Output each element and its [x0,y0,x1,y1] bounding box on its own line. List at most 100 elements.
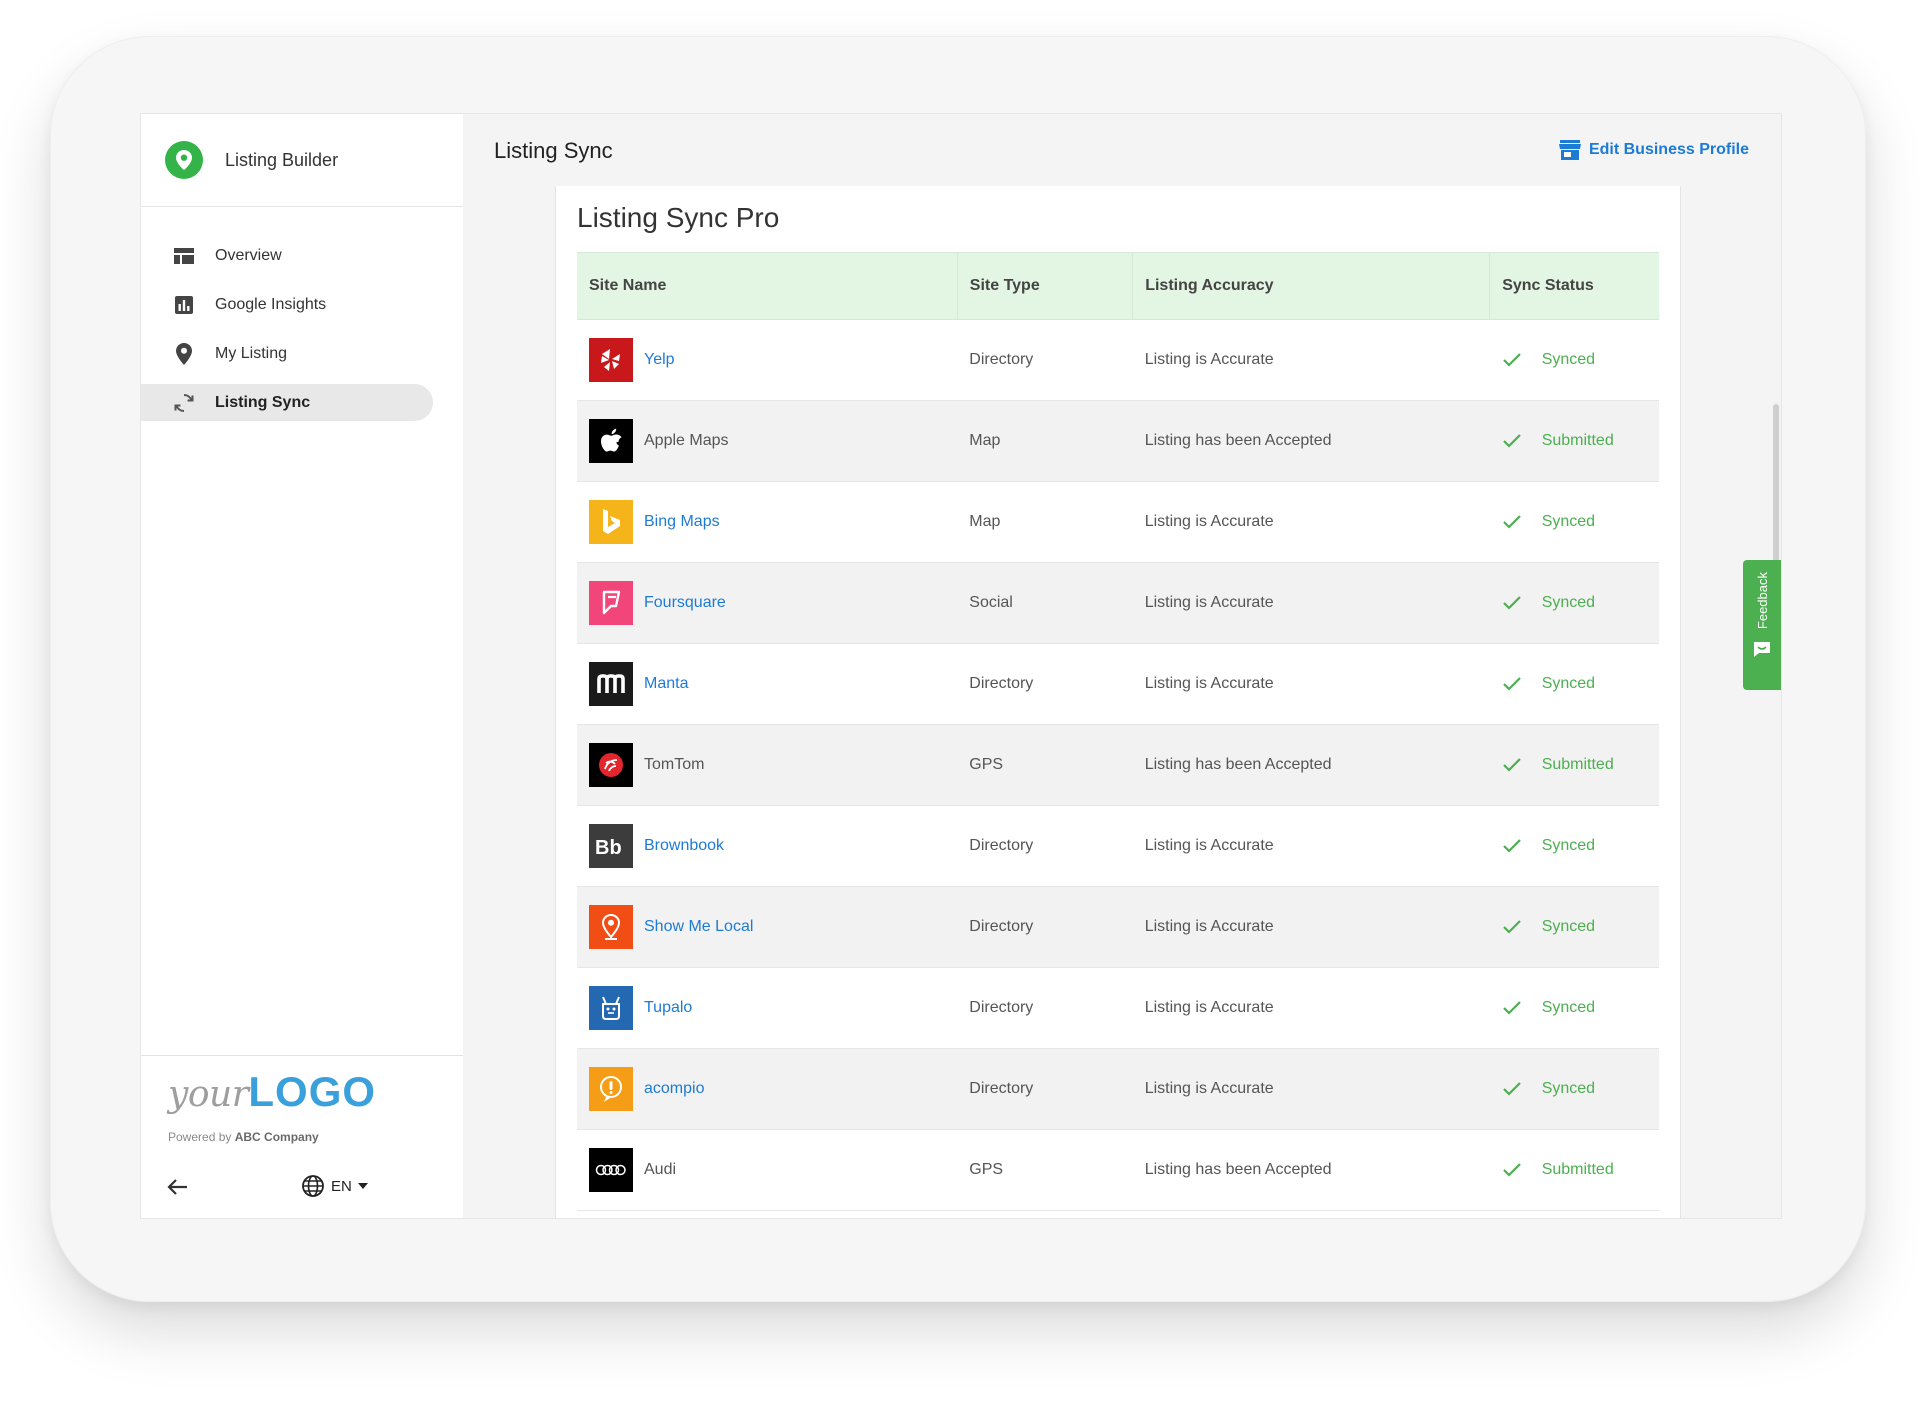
site-type-cell: Social [969,594,1013,611]
bing-maps-logo-icon [589,500,633,544]
listing-accuracy-cell: Listing is Accurate [1144,513,1274,530]
sidebar-item-overview[interactable]: Overview [141,237,433,274]
status-cell: Synced [1502,837,1647,855]
powered-by-label: Powered by [168,1130,232,1144]
listing-accuracy-cell: Listing is Accurate [1144,351,1274,368]
logo-main: LOGO [248,1068,377,1115]
site-name-link[interactable]: Manta [644,675,688,693]
site-cell: Tupalo [589,986,945,1030]
site-name-cell: Foursquare [577,563,957,644]
logo-prefix: your [168,1074,249,1115]
table-body: Yelp Directory Listing is Accurate Synce… [577,320,1659,1211]
sidebar-item-google-insights[interactable]: Google Insights [141,286,433,323]
site-cell: TomTom [589,743,945,787]
site-name-link[interactable]: Show Me Local [644,918,753,936]
site-name-link[interactable]: Brownbook [644,837,724,855]
site-name-cell: TomTom [577,725,957,806]
listing-accuracy-cell: Listing is Accurate [1144,999,1274,1016]
sync-status-cell: Synced [1490,482,1659,563]
site-name-cell: Bing Maps [577,482,957,563]
site-name-link[interactable]: Tupalo [644,999,692,1017]
svg-text:Bb: Bb [595,837,622,857]
table-row: Manta Directory Listing is Accurate Sync… [577,644,1659,725]
listing-accuracy-cell: Listing is Accurate [1144,675,1274,692]
sidebar-item-my-listing[interactable]: My Listing [141,335,433,372]
sidebar-item-label: Google Insights [215,295,327,313]
globe-icon [302,1175,324,1197]
site-cell: Bing Maps [589,500,945,544]
sync-status-text: Submitted [1541,432,1614,449]
listing-accuracy-cell: Listing has been Accepted [1144,1161,1332,1178]
checkmark-icon [1502,1082,1521,1096]
site-name-cell: Apple Maps [577,401,957,482]
status-cell: Submitted [1502,1161,1647,1179]
app-screen: Listing Builder Overview Google Insights… [141,114,1781,1218]
sync-status-cell: Synced [1490,968,1659,1049]
site-type-cell: GPS [969,1161,1004,1178]
site-name-cell: Tupalo [577,968,957,1049]
table-row: Tupalo Directory Listing is Accurate Syn… [577,968,1659,1049]
dashboard-icon [171,243,197,269]
table-row: Yelp Directory Listing is Accurate Synce… [577,320,1659,401]
sync-status-text: Synced [1541,918,1596,935]
site-name-link[interactable]: Foursquare [644,594,726,612]
tomtom-logo-icon [589,743,633,787]
table-row: Audi GPS Listing has been Accepted Submi… [577,1130,1659,1211]
site-cell: Bb Brownbook [589,824,945,868]
column-header-sync-status: Sync Status [1489,252,1659,320]
edit-business-profile-link[interactable]: Edit Business Profile [1558,140,1749,160]
site-type-cell: Map [969,432,1001,449]
sync-icon [171,390,197,416]
site-cell: Manta [589,662,945,706]
sidebar-item-label: Overview [215,246,282,264]
status-cell: Synced [1502,675,1647,693]
site-cell: acompio [589,1067,945,1111]
language-code: EN [331,1177,352,1195]
checkmark-icon [1502,1163,1521,1177]
sync-status-text: Synced [1541,1080,1596,1097]
checkmark-icon [1502,434,1521,448]
company-name: ABC Company [234,1130,319,1144]
site-name-link[interactable]: acompio [644,1080,704,1098]
checkmark-icon [1502,515,1521,529]
feedback-tab[interactable]: Feedback [1743,560,1781,690]
listing-accuracy-cell: Listing is Accurate [1144,1080,1274,1097]
listing-accuracy-cell: Listing is Accurate [1144,594,1274,611]
sync-status-text: Synced [1541,594,1596,611]
checkmark-icon [1502,1001,1521,1015]
site-name-cell: Audi [577,1130,957,1211]
feedback-label: Feedback [1754,572,1770,630]
acompio-logo-icon [589,1067,633,1111]
back-arrow-icon[interactable] [165,1174,191,1200]
checkmark-icon [1502,596,1521,610]
site-name-cell: Bb Brownbook [577,806,957,887]
site-name-link[interactable]: Bing Maps [644,513,720,531]
sidebar-nav: Overview Google Insights My Listing List… [141,237,463,421]
sidebar: Listing Builder Overview Google Insights… [141,114,464,1218]
top-bar: Listing Sync Edit Business Profile [463,114,1781,186]
table-row: acompio Directory Listing is Accurate Sy… [577,1048,1659,1130]
column-header-site-type: Site Type [957,252,1134,320]
sync-status-text: Synced [1541,351,1596,368]
status-cell: Synced [1502,513,1647,531]
sync-status-text: Synced [1541,837,1596,854]
foursquare-logo-icon [589,581,633,625]
page-title: Listing Sync [494,138,613,163]
site-type-cell: Directory [969,1080,1034,1097]
site-type-cell: Directory [969,351,1034,368]
app-title: Listing Builder [225,149,339,170]
language-selector[interactable]: EN [301,1174,380,1198]
show-me-local-logo-icon [589,905,633,949]
sync-status-cell: Synced [1490,887,1659,968]
sidebar-item-label: Listing Sync [215,393,311,411]
site-cell: Yelp [589,338,945,382]
site-type-cell: Directory [969,999,1034,1016]
yelp-logo-icon [589,338,633,382]
sidebar-item-label: My Listing [215,344,288,362]
site-name: TomTom [644,756,705,773]
site-name-link[interactable]: Yelp [644,351,675,369]
site-name: Apple Maps [644,432,729,449]
sidebar-item-listing-sync[interactable]: Listing Sync [141,384,433,421]
brownbook-logo-icon: Bb [589,824,633,868]
checkmark-icon [1502,920,1521,934]
